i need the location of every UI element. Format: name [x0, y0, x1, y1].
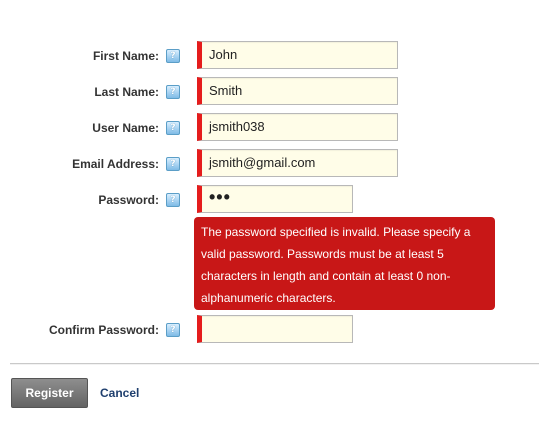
- help-icon[interactable]: ?: [166, 121, 180, 135]
- password-error-message: The password specified is invalid. Pleas…: [194, 217, 495, 310]
- cancel-link[interactable]: Cancel: [100, 386, 139, 400]
- password-row: Password: ? •••: [0, 185, 539, 215]
- help-icon[interactable]: ?: [166, 85, 180, 99]
- first-name-label: First Name:: [92, 49, 159, 63]
- last-name-label: Last Name:: [94, 85, 159, 99]
- user-name-label: User Name:: [92, 121, 159, 135]
- last-name-row: Last Name: ? Smith: [0, 77, 539, 107]
- help-icon[interactable]: ?: [166, 157, 180, 171]
- email-label: Email Address:: [72, 157, 159, 171]
- form-divider: [10, 363, 539, 365]
- help-icon[interactable]: ?: [166, 323, 180, 337]
- email-input[interactable]: jsmith@gmail.com: [197, 149, 398, 177]
- register-button[interactable]: Register: [11, 378, 88, 408]
- last-name-input[interactable]: Smith: [197, 77, 398, 105]
- user-name-input[interactable]: jsmith038: [197, 113, 398, 141]
- password-input[interactable]: •••: [197, 185, 353, 213]
- help-icon[interactable]: ?: [166, 193, 180, 207]
- email-row: Email Address: ? jsmith@gmail.com: [0, 149, 539, 179]
- user-name-row: User Name: ? jsmith038: [0, 113, 539, 143]
- first-name-row: First Name: ? John: [0, 41, 539, 71]
- confirm-password-row: Confirm Password: ?: [0, 315, 539, 345]
- first-name-input[interactable]: John: [197, 41, 398, 69]
- password-label: Password:: [98, 193, 159, 207]
- help-icon[interactable]: ?: [166, 49, 180, 63]
- confirm-password-input[interactable]: [197, 315, 353, 343]
- confirm-password-label: Confirm Password:: [48, 323, 159, 337]
